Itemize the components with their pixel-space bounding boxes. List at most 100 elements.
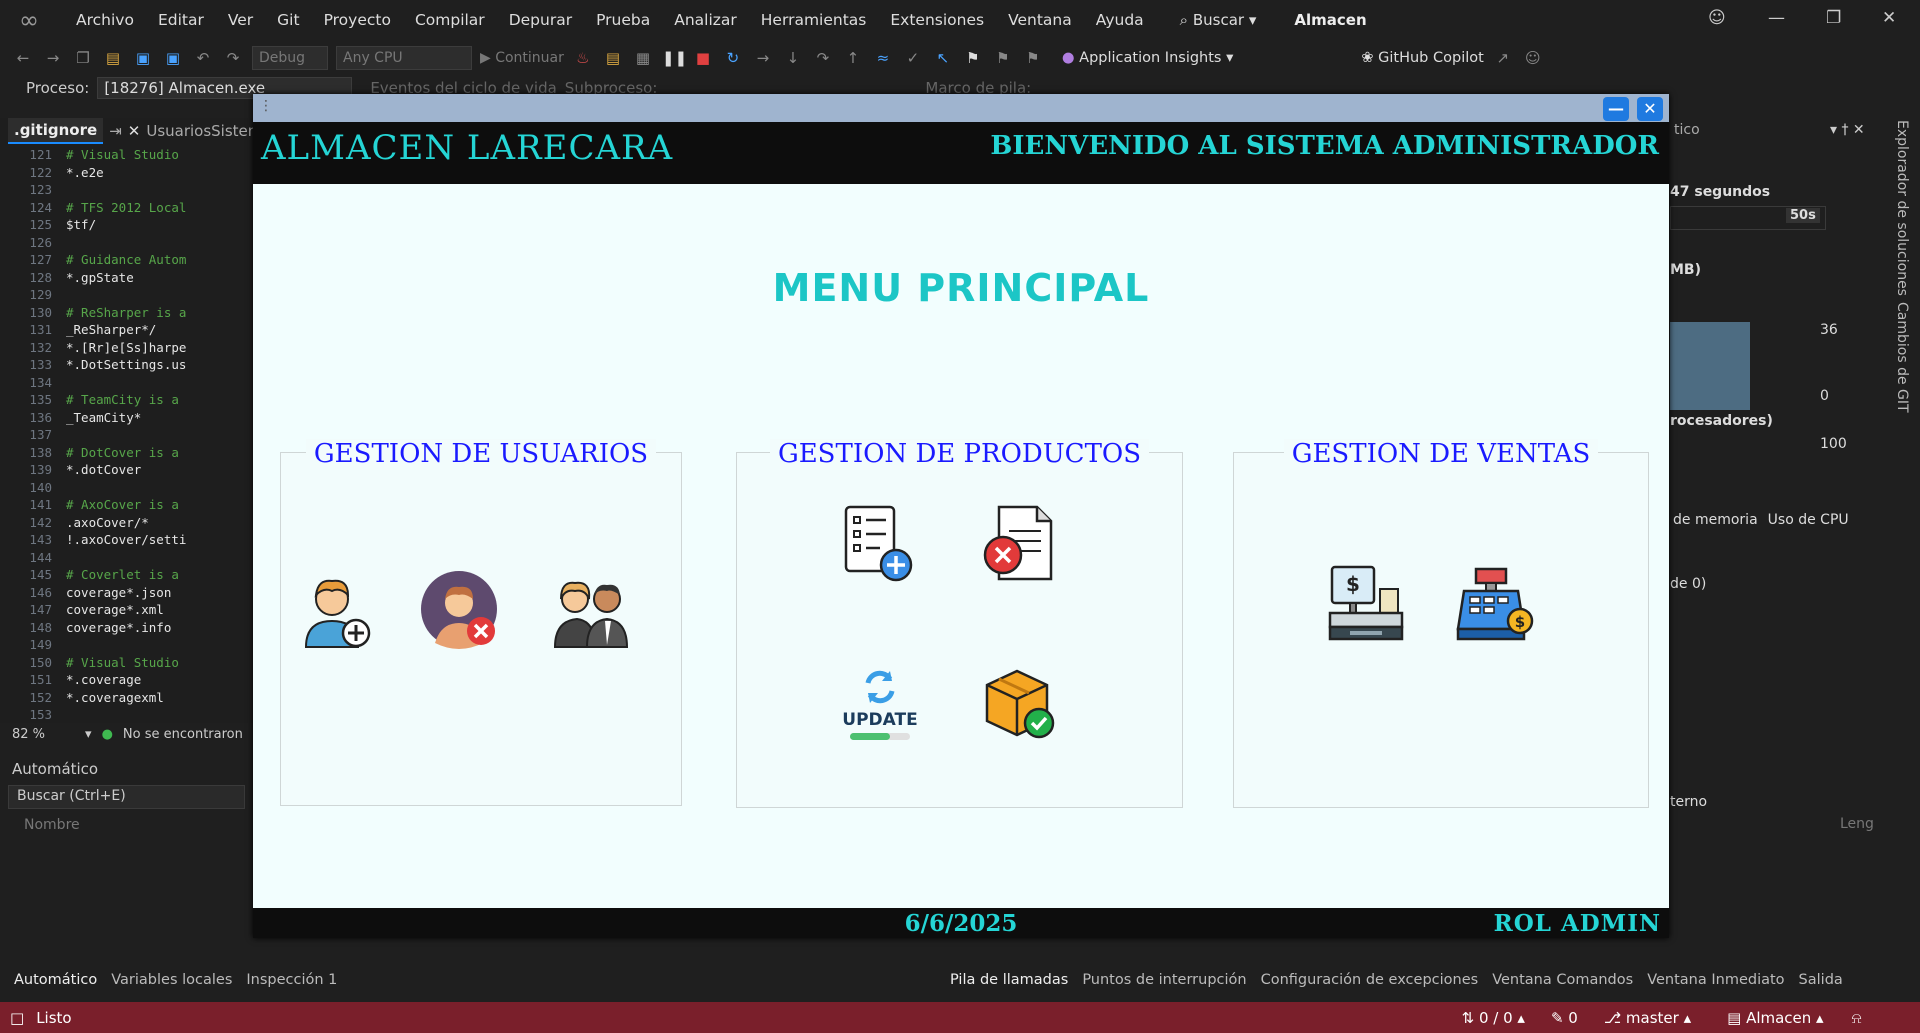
code-line[interactable]: 137 xyxy=(10,426,253,444)
tab-puntos-de-interrupcion[interactable]: Puntos de interrupción xyxy=(1082,972,1246,988)
code-line[interactable]: 122 *.e2e xyxy=(10,164,253,182)
code-line[interactable]: 129 xyxy=(10,286,253,304)
visual-studio-logo-icon[interactable]: ∞ xyxy=(14,5,44,35)
spellcheck-icon[interactable]: ✓ xyxy=(902,47,924,69)
user-group-icon[interactable] xyxy=(551,569,631,649)
add-product-list-icon[interactable] xyxy=(840,503,920,583)
code-line[interactable]: 147 coverage*.xml xyxy=(10,601,253,619)
branch-selector[interactable]: ⎇ master ▴ xyxy=(1604,1009,1691,1027)
code-line[interactable]: 143 !.axoCover/setti xyxy=(10,531,253,549)
menu-ventana[interactable]: Ventana xyxy=(996,11,1084,29)
bookmark-next-icon[interactable]: ⚑ xyxy=(1022,47,1044,69)
code-line[interactable]: 149 xyxy=(10,636,253,654)
code-line[interactable]: 138 # DotCover is a xyxy=(10,444,253,462)
code-line[interactable]: 121 # Visual Studio xyxy=(10,146,253,164)
add-user-icon[interactable] xyxy=(296,569,376,649)
tab-inspeccion-1[interactable]: Inspección 1 xyxy=(246,972,337,988)
code-line[interactable]: 141 # AxoCover is a xyxy=(10,496,253,514)
sync-status[interactable]: ⇅ 0 / 0 ▴ xyxy=(1462,1009,1525,1027)
menu-git[interactable]: Git xyxy=(265,11,311,29)
feedback-icon[interactable]: ☺ xyxy=(1522,47,1544,69)
forward-icon[interactable]: → xyxy=(42,47,64,69)
code-line[interactable]: 151 *.coverage xyxy=(10,671,253,689)
app-title-bar[interactable]: ⋮ — ✕ xyxy=(253,94,1669,122)
tab-explorador-soluciones[interactable]: Explorador de soluciones xyxy=(1894,120,1910,296)
layout-icon[interactable]: ▦ xyxy=(632,47,654,69)
back-icon[interactable]: ← xyxy=(12,47,34,69)
diag-pane-controls[interactable]: ▾ † ✕ xyxy=(1830,122,1865,138)
app-minimize-button[interactable]: — xyxy=(1603,97,1629,121)
code-editor[interactable]: 121 # Visual Studio 122 *.e2e 123 124 # TFS 20… xyxy=(10,146,253,722)
code-line[interactable]: 128 *.gpState xyxy=(10,269,253,287)
code-line[interactable]: 133 *.DotSettings.us xyxy=(10,356,253,374)
code-line[interactable]: 136 _TeamCity* xyxy=(10,409,253,427)
code-line[interactable]: 130 # ReSharper is a xyxy=(10,304,253,322)
zoom-select[interactable]: 82 % xyxy=(12,727,45,742)
drag-handle-icon[interactable]: ⋮ xyxy=(259,98,273,114)
chevron-down-icon[interactable]: ▾ xyxy=(85,727,92,742)
close-window-button[interactable]: ✕ xyxy=(1882,8,1896,28)
restart-icon[interactable]: ↻ xyxy=(722,47,744,69)
code-line[interactable]: 125 $tf/ xyxy=(10,216,253,234)
delete-user-icon[interactable] xyxy=(421,569,501,649)
restore-button[interactable]: ❐ xyxy=(1826,8,1841,28)
select-icon[interactable]: ↖ xyxy=(932,47,954,69)
code-line[interactable]: 131 _ReSharper*/ xyxy=(10,321,253,339)
menu-compilar[interactable]: Compilar xyxy=(403,11,497,29)
github-copilot-button[interactable]: ❀ GitHub Copilot xyxy=(1361,50,1483,66)
save-all-icon[interactable]: ▣ xyxy=(162,47,184,69)
share-icon[interactable]: ↗ xyxy=(1492,47,1514,69)
tab-cambios-git[interactable]: Cambios de GIT xyxy=(1894,302,1910,413)
pin-icon[interactable]: ⇥ xyxy=(109,122,122,140)
code-line[interactable]: 132 *.[Rr]e[Ss]harpe xyxy=(10,339,253,357)
code-line[interactable]: 123 xyxy=(10,181,253,199)
autos-search-input[interactable]: Buscar (Ctrl+E) xyxy=(8,785,245,809)
menu-depurar[interactable]: Depurar xyxy=(497,11,584,29)
tab-ventana-inmediato[interactable]: Ventana Inmediato xyxy=(1647,972,1784,988)
continue-button[interactable]: ▶ Continuar xyxy=(480,50,564,66)
step-icon[interactable]: → xyxy=(752,47,774,69)
delete-product-icon[interactable] xyxy=(979,503,1059,583)
pending-edits[interactable]: ✎ 0 xyxy=(1551,1009,1578,1027)
code-line[interactable]: 124 # TFS 2012 Local xyxy=(10,199,253,217)
code-line[interactable]: 148 coverage*.info xyxy=(10,619,253,637)
tab-gitignore[interactable]: .gitignore xyxy=(8,118,104,144)
code-line[interactable]: 142 .axoCover/* xyxy=(10,514,253,532)
product-delivered-icon[interactable] xyxy=(979,663,1059,743)
save-icon[interactable]: ▣ xyxy=(132,47,154,69)
menu-extensiones[interactable]: Extensiones xyxy=(878,11,996,29)
tab-variables-locales[interactable]: Variables locales xyxy=(111,972,232,988)
menu-herramientas[interactable]: Herramientas xyxy=(749,11,879,29)
code-line[interactable]: 144 xyxy=(10,549,253,567)
code-line[interactable]: 134 xyxy=(10,374,253,392)
search-button[interactable]: ⌕ Buscar ▾ xyxy=(1180,11,1257,29)
code-line[interactable]: 139 *.dotCover xyxy=(10,461,253,479)
configuration-select[interactable]: Debug xyxy=(252,45,328,70)
redo-icon[interactable]: ↷ xyxy=(222,47,244,69)
app-close-button[interactable]: ✕ xyxy=(1637,97,1663,121)
bookmark-prev-icon[interactable]: ⚑ xyxy=(992,47,1014,69)
menu-proyecto[interactable]: Proyecto xyxy=(312,11,403,29)
tab-ventana-comandos[interactable]: Ventana Comandos xyxy=(1492,972,1633,988)
close-tab-icon[interactable]: ✕ xyxy=(128,122,141,140)
open-folder-icon[interactable]: ▤ xyxy=(102,47,124,69)
minimize-button[interactable]: — xyxy=(1768,8,1785,28)
stop-icon[interactable]: ■ xyxy=(692,47,714,69)
tab-salida[interactable]: Salida xyxy=(1799,972,1843,988)
menu-ver[interactable]: Ver xyxy=(216,11,265,29)
tab-uso-cpu[interactable]: Uso de CPU xyxy=(1768,512,1849,528)
tab-pila-de-llamadas[interactable]: Pila de llamadas xyxy=(950,972,1068,988)
code-line[interactable]: 153 xyxy=(10,706,253,724)
menu-prueba[interactable]: Prueba xyxy=(584,11,662,29)
folder-icon[interactable]: ▤ xyxy=(602,47,624,69)
hot-reload-icon[interactable]: ♨ xyxy=(572,47,594,69)
point-of-sale-icon[interactable]: $ xyxy=(1326,563,1406,643)
menu-archivo[interactable]: Archivo xyxy=(64,11,146,29)
name-column-header[interactable]: Nombre xyxy=(0,811,253,839)
step-over-icon[interactable]: ↷ xyxy=(812,47,834,69)
diagnostics-icon[interactable]: ≈ xyxy=(872,47,894,69)
new-project-icon[interactable]: ❐ xyxy=(72,47,94,69)
menu-editar[interactable]: Editar xyxy=(146,11,216,29)
bookmark-icon[interactable]: ⚑ xyxy=(962,47,984,69)
menu-ayuda[interactable]: Ayuda xyxy=(1084,11,1156,29)
